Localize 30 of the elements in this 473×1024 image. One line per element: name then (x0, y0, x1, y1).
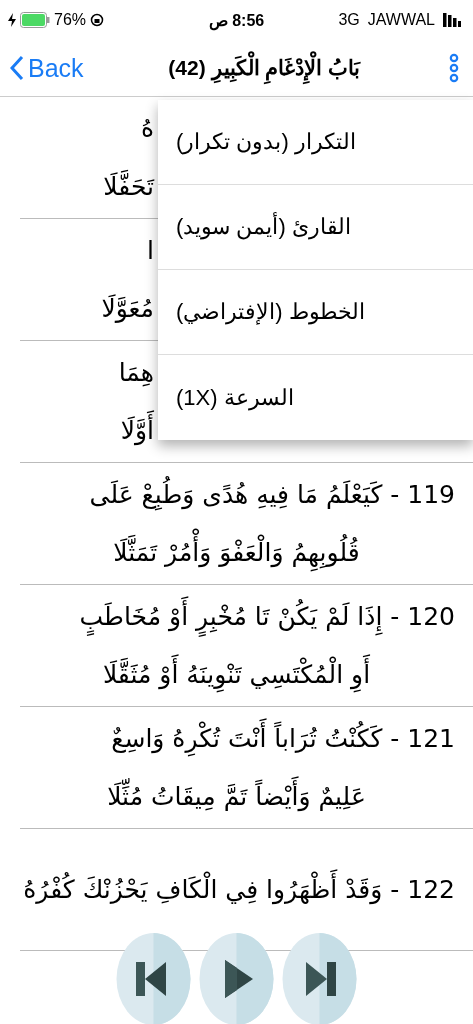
verse-line: ا (146, 234, 154, 267)
play-button[interactable] (199, 932, 274, 1024)
battery-percentage: 76% (54, 11, 87, 29)
verse-line: هُ (139, 112, 154, 145)
menu-item[interactable]: التكرار (بدون تكرار) (158, 100, 473, 185)
rotation-lock-icon (90, 13, 105, 27)
menu-item[interactable]: القارئ (أيمن سويد) (158, 185, 473, 270)
verse-line: 121 - كَكُنْتُ تُرَاباً أَنْتَ تُكْرِهُ وَاسِعٌ (20, 709, 473, 768)
back-button[interactable]: Back (10, 53, 84, 83)
verse-line: 122 - وَقَدْ أَظْهَرُوا فِي الْكَافِ يَحْزُنْكَ كُفْرُهُ (20, 860, 473, 919)
verse-line: 119 - كَيَعْلَمُ مَا فِيهِ هُدًى وَطُبِعْ عَلَى (20, 465, 473, 524)
battery-icon (20, 12, 50, 28)
verse-line: هِمَا (117, 356, 154, 389)
verse-line: مُعَوَّلَا (100, 292, 154, 325)
chevron-icon (10, 55, 24, 81)
verse-line: تَحَفَّلَا (102, 169, 154, 203)
network-type: 3G (338, 11, 360, 29)
carrier-name: JAWWAL (367, 11, 435, 29)
verse-line: أَوِ الْمُكْتَسِي تَنْوِينَهُ أَوْ مُثَقَّلَا (0, 645, 473, 704)
menu-item[interactable]: السرعة (1X) (158, 355, 473, 440)
verse-line: عَلِيمٌ وَأَيْضاً تَمَّ مِيقَاتُ مُثِّلَا (0, 767, 473, 826)
page-title: بَابُ الْإِدْغَامِ الْكَبِيرِ (42) (83, 46, 445, 90)
menu-item[interactable]: الخطوط (الإفتراضي) (158, 270, 473, 355)
charging-icon (8, 13, 16, 27)
previous-button[interactable] (116, 932, 191, 1024)
verse-line: قُلُوبِهِمُ وَالْعَفْوَ وَأْمُرْ تَمَثَّلَا (0, 523, 473, 582)
clock: 8:56 ص (207, 10, 266, 30)
verse-line: أَوَّلَا (20, 401, 154, 460)
verse-line: 120 - إِذَا لَمْ يَكُنْ تَا مُخْبِرٍ أَوْ مُخَاطَبٍ (20, 587, 473, 646)
next-button[interactable] (282, 932, 357, 1024)
